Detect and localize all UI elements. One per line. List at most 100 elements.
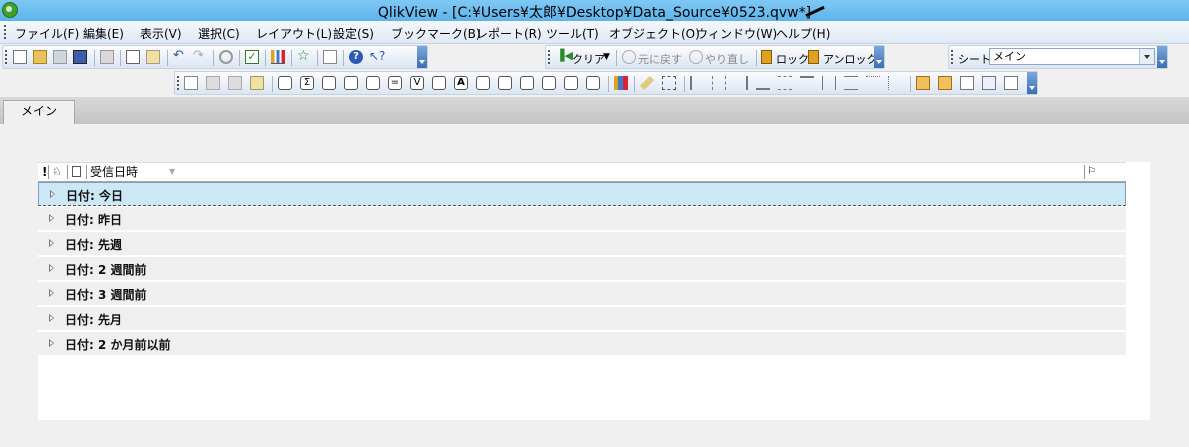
expand-arrow-icon[interactable] [49,214,54,222]
align-right-icon[interactable] [734,76,748,90]
toolbar-grip[interactable] [548,50,553,64]
reload-document-icon[interactable] [1004,76,1018,90]
undo-selection-button[interactable]: 元に戻す [638,51,682,67]
menu-help[interactable]: ヘルプ(H) [776,25,830,42]
sheet-properties-edit-icon[interactable] [938,76,952,90]
chart-wizard-icon[interactable] [271,50,285,64]
bookmark-object-icon[interactable] [520,76,534,90]
align-top-icon[interactable] [800,76,814,90]
reload-icon[interactable] [53,50,67,64]
context-help-icon[interactable]: ↖? [369,50,385,64]
edit-module-icon[interactable] [960,76,974,90]
back-icon[interactable] [622,50,636,64]
expand-arrow-icon[interactable] [49,339,54,347]
menu-view[interactable]: 表示(V) [140,25,182,42]
custom-object-icon[interactable] [586,76,600,90]
menu-tools[interactable]: ツール(T) [546,25,599,42]
received-date-listbox[interactable]: ! ♘ 受信日時 ▼ ⚐ 日付: 今日 日付: 昨日 日付: 先週 日付: 2 … [38,162,1150,420]
menu-file[interactable]: ファイル(F) [15,25,79,42]
forward-icon[interactable] [689,50,703,64]
table-box-icon[interactable] [344,76,358,90]
space-horizontal-icon[interactable] [822,76,836,90]
group-row-two-weeks-ago[interactable]: 日付: 2 週間前 [38,257,1126,281]
current-selections-icon[interactable]: V [410,76,424,90]
toolbar-grip[interactable] [177,76,182,90]
space-vertical-icon[interactable] [844,76,858,90]
container-icon[interactable] [564,76,578,90]
print-icon[interactable] [100,50,114,64]
menu-grip[interactable] [4,25,9,39]
group-row-today[interactable]: 日付: 今日 [38,182,1126,206]
favorite-star-icon[interactable]: ☆ [297,49,311,64]
clear-icon[interactable]: ▐◀ [556,50,573,64]
unlock-icon[interactable] [808,50,819,64]
flag-icon[interactable]: ⚐ [1087,164,1096,180]
align-bottom-icon[interactable] [756,76,770,90]
redo-selection-button[interactable]: やり直し [705,51,749,67]
undo-layout-icon[interactable]: ↶ [173,49,187,64]
menu-settings[interactable]: 設定(S) [333,25,374,42]
expand-arrow-icon[interactable] [49,289,54,297]
clear-button[interactable]: クリア [572,51,605,67]
listbox-icon[interactable] [278,76,292,90]
group-row-last-month[interactable]: 日付: 先月 [38,307,1126,331]
select-object-icon[interactable] [662,76,676,90]
toolbar-options-button[interactable] [417,46,427,68]
align-middle-icon[interactable] [778,76,792,90]
input-box-icon[interactable]: = [388,76,402,90]
align-left-icon[interactable] [690,76,704,90]
toolbar-grip[interactable] [5,50,10,64]
adjust-left-icon[interactable] [888,76,902,90]
multi-box-icon[interactable] [322,76,336,90]
demote-sheet-icon[interactable] [228,76,242,90]
search-icon[interactable] [219,50,233,64]
search-object-icon[interactable] [542,76,556,90]
received-date-column-header[interactable]: 受信日時 [90,164,138,180]
checkbox-icon[interactable]: ✓ [245,50,259,64]
toolbar-grip[interactable] [951,50,956,64]
toolbar-options-button[interactable] [1027,72,1037,94]
menu-edit[interactable]: 編集(E) [83,25,124,42]
group-row-last-week[interactable]: 日付: 先週 [38,232,1126,256]
toolbar-options-button[interactable] [874,46,884,68]
clear-dropdown-arrow[interactable]: ▼ [603,52,610,62]
format-painter-icon[interactable] [639,75,655,91]
toolbar-options-button[interactable] [1157,46,1167,68]
group-row-three-weeks-ago[interactable]: 日付: 3 週間前 [38,282,1126,306]
group-row-yesterday[interactable]: 日付: 昨日 [38,207,1126,231]
line-arrow-icon[interactable] [476,76,490,90]
table-viewer-icon[interactable] [982,76,996,90]
edit-note-icon[interactable] [323,50,337,64]
menu-layout[interactable]: レイアウト(L) [256,25,332,42]
adjust-top-icon[interactable] [866,76,880,90]
sort-arrow-icon[interactable]: ▼ [169,164,175,180]
menu-select[interactable]: 選択(C) [198,25,240,42]
new-document-icon[interactable] [13,50,27,64]
align-center-icon[interactable] [712,76,726,90]
help-icon[interactable]: ? [349,50,363,64]
button-object-icon[interactable] [432,76,446,90]
chart-icon[interactable] [366,76,380,90]
chevron-down-icon[interactable] [1139,49,1154,64]
lock-button[interactable]: ロック [776,51,809,67]
lock-icon[interactable] [761,50,772,64]
sheet-properties-icon[interactable] [250,76,264,90]
statistics-box-icon[interactable]: Σ [300,76,314,90]
redo-layout-icon[interactable]: ↷ [193,49,207,64]
text-object-icon[interactable]: A [454,76,468,90]
menu-report[interactable]: レポート(R) [476,25,542,42]
promote-sheet-icon[interactable] [206,76,220,90]
sheet-select[interactable]: メイン [989,48,1155,65]
open-folder-icon[interactable] [33,50,47,64]
save-icon[interactable] [73,50,87,64]
slider-icon[interactable] [498,76,512,90]
expand-arrow-icon[interactable] [49,264,54,272]
expand-arrow-icon[interactable] [49,314,54,322]
expand-arrow-icon[interactable] [50,190,55,198]
chart-wizard-icon[interactable] [614,76,628,90]
tab-main[interactable]: メイン [3,100,75,124]
document-properties-icon[interactable] [916,76,930,90]
menu-bookmark[interactable]: ブックマーク(B) [391,25,481,42]
reload-data-icon[interactable] [146,50,160,64]
group-row-two-months-or-older[interactable]: 日付: 2 か月前以前 [38,332,1126,356]
